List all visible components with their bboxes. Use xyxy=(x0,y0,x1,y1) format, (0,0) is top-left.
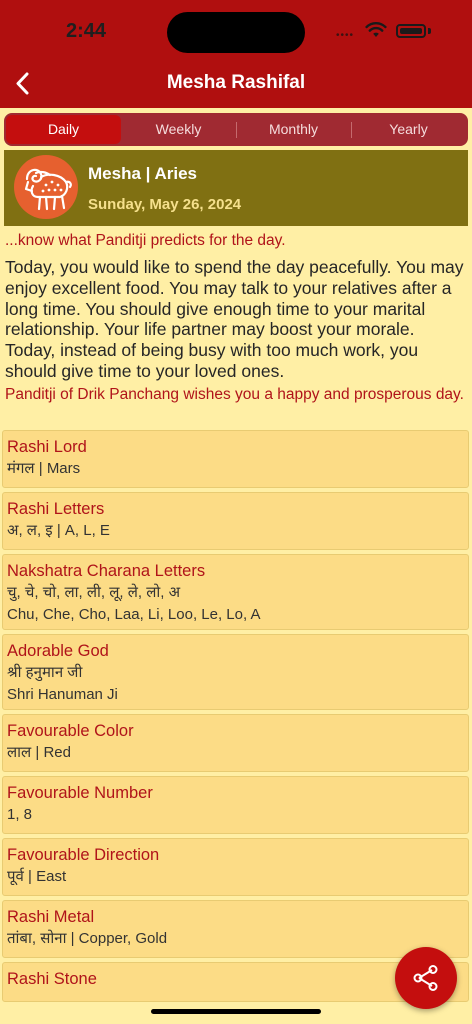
status-bar: 2:44 •••• xyxy=(0,0,472,62)
info-card-nakshatra-letters: Nakshatra Charana Letters चु, चे, चो, ला… xyxy=(2,554,469,630)
info-title: Rashi Lord xyxy=(7,438,87,456)
info-title: Rashi Metal xyxy=(7,908,95,926)
battery-tip xyxy=(428,28,431,34)
tab-yearly[interactable]: Yearly xyxy=(351,115,466,144)
dynamic-island xyxy=(167,12,305,53)
wishes-text: Panditji of Drik Panchang wishes you a h… xyxy=(5,386,464,403)
daily-prediction: Today, you would like to spend the day p… xyxy=(5,257,464,381)
info-value: 1, 8 xyxy=(7,806,33,823)
info-title: Favourable Number xyxy=(7,784,153,802)
info-title: Rashi Letters xyxy=(7,500,105,518)
battery-icon xyxy=(396,24,426,38)
info-value-hindi: चु, चे, चो, ला, ली, लू, ले, लो, अ xyxy=(7,584,181,601)
tab-weekly[interactable]: Weekly xyxy=(121,115,236,144)
info-value-hindi: श्री हनुमान जी xyxy=(7,664,83,681)
page-title: Mesha Rashifal xyxy=(166,72,306,93)
info-value-english: Shri Hanuman Ji xyxy=(7,686,118,703)
tab-daily[interactable]: Daily xyxy=(6,115,121,144)
info-card-favourable-direction: Favourable Direction पूर्व | East xyxy=(2,838,469,896)
info-card-favourable-number: Favourable Number 1, 8 xyxy=(2,776,469,834)
home-indicator xyxy=(151,1009,321,1014)
intro-text: ...know what Panditji predicts for the d… xyxy=(5,232,286,249)
info-title: Adorable God xyxy=(7,642,109,660)
info-title: Nakshatra Charana Letters xyxy=(7,562,206,580)
info-value: लाल | Red xyxy=(7,744,71,761)
info-value-english: Chu, Che, Cho, Laa, Li, Loo, Le, Lo, A xyxy=(7,606,261,623)
info-card-adorable-god: Adorable God श्री हनुमान जी Shri Hanuman… xyxy=(2,634,469,710)
info-card-favourable-color: Favourable Color लाल | Red xyxy=(2,714,469,772)
info-value: पूर्व | East xyxy=(7,868,67,885)
share-icon xyxy=(413,965,438,991)
navigation-bar: Mesha Rashifal xyxy=(0,62,472,108)
info-value: अ, ल, इ | A, L, E xyxy=(7,522,110,539)
period-tabs: Daily Weekly Monthly Yearly xyxy=(4,113,468,146)
sign-name: Mesha | Aries xyxy=(88,164,198,183)
aries-ram-icon xyxy=(14,155,78,219)
sign-header-card: Mesha | Aries Sunday, May 26, 2024 xyxy=(4,150,468,226)
info-title: Favourable Direction xyxy=(7,846,160,864)
sign-date: Sunday, May 26, 2024 xyxy=(88,196,242,213)
cellular-signal-icon: •••• xyxy=(336,30,355,41)
status-time: 2:44 xyxy=(66,20,107,42)
info-value: मंगल | Mars xyxy=(7,460,81,477)
tab-monthly[interactable]: Monthly xyxy=(236,115,351,144)
share-button[interactable] xyxy=(395,947,457,1009)
info-title: Favourable Color xyxy=(7,722,134,740)
rashi-info-list: Rashi Lord मंगल | Mars Rashi Letters अ, … xyxy=(2,430,469,1006)
wifi-icon xyxy=(365,22,387,37)
info-card-rashi-letters: Rashi Letters अ, ल, इ | A, L, E xyxy=(2,492,469,550)
info-card-rashi-lord: Rashi Lord मंगल | Mars xyxy=(2,430,469,488)
